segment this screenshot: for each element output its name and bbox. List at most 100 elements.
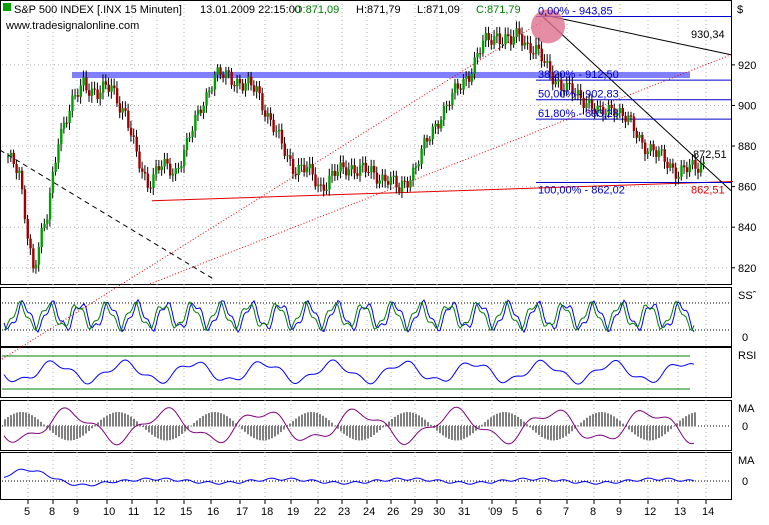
ma1-histogram-bar xyxy=(289,423,291,427)
ma1-histogram-bar xyxy=(265,426,267,441)
ma1-histogram-bar xyxy=(610,414,612,427)
date-axis-label: 23 xyxy=(338,506,350,518)
candle-body xyxy=(283,143,286,156)
candle-body xyxy=(101,81,105,93)
candle-body xyxy=(238,79,242,84)
ma1-histogram-bar xyxy=(526,424,528,427)
candle-body xyxy=(456,83,460,89)
candle-body xyxy=(20,170,24,190)
ma1-histogram-bar xyxy=(247,426,249,435)
candle-body xyxy=(521,34,524,46)
ma1-histogram-bar xyxy=(619,420,621,427)
ma1-histogram-bar xyxy=(631,426,633,433)
date-axis-label: 8 xyxy=(49,506,55,518)
candle-body xyxy=(532,53,535,55)
date-axis-label: 19 xyxy=(287,506,299,518)
ma1-histogram-bar xyxy=(331,422,333,427)
ma1-histogram-bar xyxy=(193,422,195,427)
date-axis-label: 29 xyxy=(411,506,423,518)
ma1-histogram-bar xyxy=(655,426,657,440)
ma1-histogram-bar xyxy=(256,426,258,440)
candle-body xyxy=(194,114,197,131)
ma1-histogram-bar xyxy=(307,412,309,427)
ma1-histogram-bar xyxy=(607,413,609,427)
ma1-histogram-bar xyxy=(163,426,165,441)
ma1-histogram-bar xyxy=(205,414,207,427)
date-axis-label: 12 xyxy=(153,506,165,518)
ma1-histogram-bar xyxy=(280,426,282,433)
candle-body xyxy=(353,165,356,174)
candle-body xyxy=(93,88,97,90)
candle-body xyxy=(451,92,454,106)
ma1-histogram-bar xyxy=(232,420,234,427)
stoch-panel-title: SSˆ xyxy=(738,290,757,302)
candle-body xyxy=(255,86,259,92)
candle-body xyxy=(381,174,384,181)
ma1-histogram-bar xyxy=(640,426,642,439)
ma1-histogram-bar xyxy=(415,413,417,427)
ma1-histogram-bar xyxy=(595,412,597,427)
candle-body xyxy=(356,173,359,176)
ma1-histogram-bar xyxy=(37,419,39,427)
ma1-histogram-bar xyxy=(298,416,300,427)
date-axis-label: 6 xyxy=(536,506,542,518)
candle-body xyxy=(554,81,557,85)
candle-body xyxy=(121,108,124,113)
ma1-histogram-bar xyxy=(58,426,60,438)
candle-body xyxy=(378,180,381,184)
header-close: C:871,79 xyxy=(476,4,521,16)
candle-body xyxy=(152,174,155,189)
date-axis-label: 13 xyxy=(674,506,686,518)
ma1-histogram-bar xyxy=(283,426,285,430)
date-axis-label: 12 xyxy=(644,506,656,518)
candle-body xyxy=(196,109,200,115)
ma1-histogram-bar xyxy=(220,413,222,427)
ma1-histogram-bar xyxy=(31,415,33,427)
ma1-histogram-bar xyxy=(424,419,426,427)
date-axis-label: 11 xyxy=(128,506,139,518)
ma1-histogram-bar xyxy=(694,412,696,427)
candle-body xyxy=(85,77,88,91)
candle-body xyxy=(350,165,354,170)
candle-body xyxy=(375,172,379,184)
candle-body xyxy=(247,76,250,84)
ma1-histogram-bar xyxy=(541,426,543,437)
date-axis-label: '09 xyxy=(488,506,502,518)
candle-body xyxy=(297,164,300,176)
ma1-histogram-bar xyxy=(376,426,378,433)
ma1-histogram-bar xyxy=(244,426,246,432)
ma1-histogram-bar xyxy=(349,426,351,438)
ma1-histogram-bar xyxy=(679,420,681,427)
date-axis-label: 8 xyxy=(590,506,596,518)
candle-body xyxy=(370,165,373,173)
candle-body xyxy=(300,164,303,166)
candle-body xyxy=(127,110,130,128)
ma1-histogram-bar xyxy=(67,426,69,441)
candle-body xyxy=(624,115,627,122)
candle-body xyxy=(141,168,144,172)
candle-body xyxy=(294,173,298,176)
candle-body xyxy=(163,158,166,167)
candle-body xyxy=(37,247,41,265)
ma1-histogram-bar xyxy=(199,417,201,427)
ma1-histogram-bar xyxy=(469,426,471,436)
ma1-histogram-bar xyxy=(121,412,123,427)
candle-body xyxy=(96,89,99,100)
candle-body xyxy=(666,161,669,169)
ma1-histogram-bar xyxy=(634,426,636,435)
ma2-line xyxy=(3,468,695,487)
candle-body xyxy=(440,119,443,129)
candle-body xyxy=(9,152,13,157)
date-axis-label: 5 xyxy=(512,506,518,518)
candle-body xyxy=(406,181,409,188)
candle-body xyxy=(138,151,141,169)
candle-body xyxy=(484,32,488,41)
date-axis-label: 14 xyxy=(702,506,714,518)
candle-body xyxy=(655,150,658,157)
ma1-histogram-bar xyxy=(79,426,81,438)
candle-body xyxy=(523,42,527,46)
ma1-histogram-bar xyxy=(559,426,561,440)
candle-body xyxy=(677,176,680,179)
ma1-histogram-bar xyxy=(643,426,645,440)
candle-body xyxy=(512,36,516,45)
